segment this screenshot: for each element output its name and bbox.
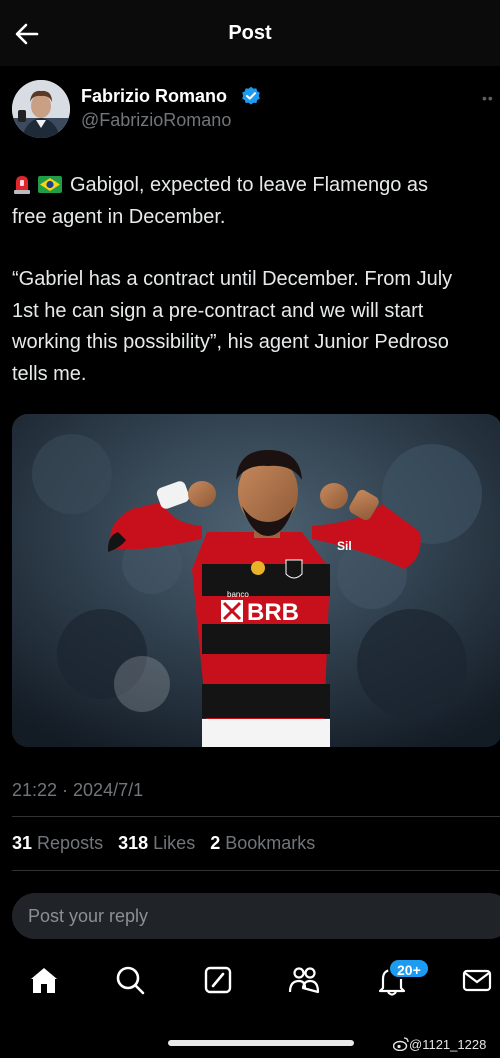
nav-search[interactable] bbox=[114, 964, 146, 996]
tweet-line-5: working this possibility”, his agent Jun… bbox=[12, 331, 449, 353]
post-stats: 31 Reposts 318 Likes 2 Bookmarks bbox=[12, 833, 325, 854]
avatar-image bbox=[12, 80, 70, 138]
sleeve-sponsor-text: Sil bbox=[337, 539, 352, 553]
grok-icon bbox=[204, 966, 232, 994]
watermark: @1121_1228 bbox=[393, 1037, 486, 1052]
divider bbox=[12, 870, 500, 871]
post-timestamp[interactable]: 21:22 · 2024/7/1 bbox=[12, 780, 143, 801]
tweet-line-1: Gabigol, expected to leave Flamengo as bbox=[70, 174, 428, 196]
verified-badge-icon bbox=[241, 86, 261, 106]
avatar[interactable] bbox=[12, 80, 70, 138]
nav-messages[interactable] bbox=[461, 964, 493, 996]
more-dots-icon: •• bbox=[482, 90, 494, 106]
weibo-logo-icon bbox=[393, 1037, 409, 1051]
tweet-line-2: free agent in December. bbox=[12, 205, 226, 228]
author-handle[interactable]: @FabrizioRomano bbox=[81, 110, 231, 131]
home-indicator[interactable] bbox=[168, 1040, 354, 1046]
more-options-button[interactable]: •• bbox=[482, 90, 494, 106]
player-photo: banco BRB Sil bbox=[12, 414, 500, 747]
tweet-line-6: tells me. bbox=[12, 362, 87, 385]
divider bbox=[12, 816, 500, 817]
post-screen: Post Fabrizio Romano @FabrizioRomano •• bbox=[0, 0, 500, 1058]
likes-stat[interactable]: 318 Likes bbox=[118, 833, 195, 853]
sponsor-small-text: banco bbox=[227, 590, 249, 599]
top-bar: Post bbox=[0, 0, 500, 66]
reposts-stat[interactable]: 31 Reposts bbox=[12, 833, 103, 853]
messages-icon bbox=[462, 969, 492, 992]
brazil-flag-icon bbox=[38, 172, 62, 193]
notifications-badge[interactable]: 20+ bbox=[388, 958, 430, 979]
tweet-line-4: 1st he can sign a pre-contract and we wi… bbox=[12, 299, 424, 322]
tweet-line-3: “Gabriel has a contract until December. … bbox=[12, 268, 453, 290]
sponsor-text: BRB bbox=[247, 599, 299, 626]
author-name[interactable]: Fabrizio Romano bbox=[81, 86, 227, 107]
reply-placeholder: Post your reply bbox=[28, 906, 149, 926]
bookmarks-stat[interactable]: 2 Bookmarks bbox=[210, 833, 315, 853]
page-title: Post bbox=[228, 22, 272, 44]
nav-grok[interactable] bbox=[202, 964, 234, 996]
home-icon bbox=[31, 968, 57, 993]
watermark-text: @1121_1228 bbox=[409, 1037, 487, 1052]
tweet-photo[interactable]: banco BRB Sil bbox=[12, 414, 500, 747]
tweet-body: Gabigol, expected to leave Flamengo as f… bbox=[12, 170, 500, 390]
search-icon bbox=[116, 966, 145, 995]
communities-icon bbox=[288, 967, 320, 994]
reply-input[interactable]: Post your reply bbox=[12, 893, 500, 939]
nav-communities[interactable] bbox=[288, 964, 320, 996]
nav-home[interactable] bbox=[28, 964, 60, 996]
siren-emoji-icon bbox=[12, 173, 32, 194]
